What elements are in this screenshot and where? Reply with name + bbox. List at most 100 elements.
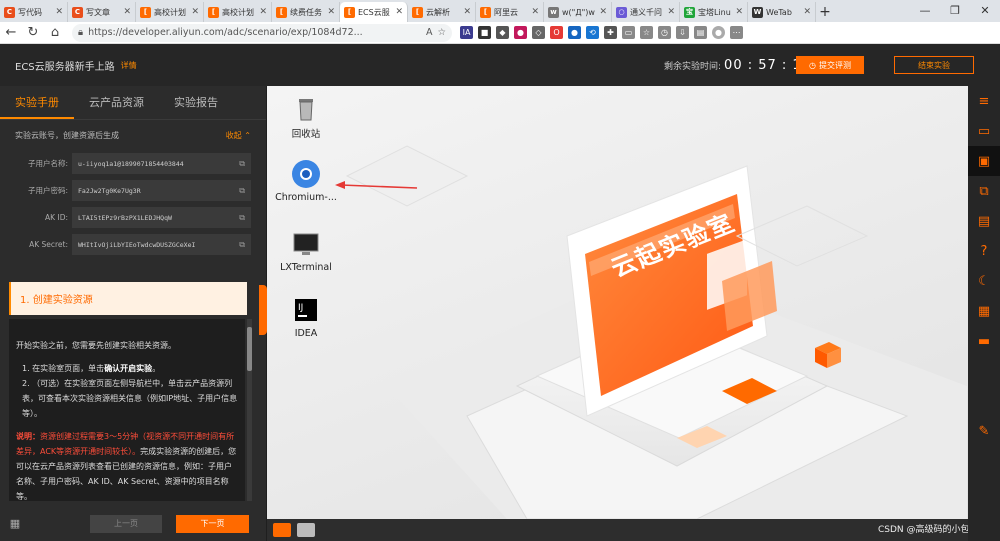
desktop-icon-lxterminal[interactable]: LXTerminal <box>271 228 341 273</box>
end-lab-button[interactable]: 结束实验 <box>894 56 974 74</box>
home-icon[interactable]: ⌂ <box>44 25 66 40</box>
new-tab-button[interactable]: + <box>816 2 834 22</box>
detail-link[interactable]: 详情 <box>121 60 137 71</box>
maximize-icon[interactable]: ❐ <box>940 0 970 22</box>
browser-tab[interactable]: [高校计划 ✕ <box>136 2 204 22</box>
extension-icon[interactable]: ■ <box>478 26 491 39</box>
browser-tab[interactable]: [云解析 ✕ <box>408 2 476 22</box>
tab-cloud-resources[interactable]: 云产品资源 <box>74 86 159 119</box>
copy-icon[interactable]: ⧉ <box>239 213 245 223</box>
extension-icon[interactable]: ● <box>514 26 527 39</box>
desktop-icon[interactable]: ▣ <box>968 146 1000 176</box>
tab-label: ECS云服 <box>358 7 390 17</box>
tab-label: 通义千问 <box>630 7 662 17</box>
chat-icon[interactable]: ▬ <box>968 326 1000 356</box>
submit-evaluation-button[interactable]: ◷ 提交评测 <box>796 56 864 74</box>
content-scrollbar[interactable] <box>247 319 252 501</box>
remote-desktop-icon[interactable]: ⧉ <box>968 176 1000 206</box>
credential-row: 子用户密码: Fa2Jw2Tg0Ke7Ug3R ⧉ <box>15 180 251 201</box>
collapse-label: 收起 <box>225 131 242 140</box>
collapse-toggle[interactable]: 收起 ⌃ <box>226 130 251 141</box>
browser-tab[interactable]: C 写代码 ✕ <box>0 2 68 22</box>
tab-favicon-icon: [ <box>140 6 151 18</box>
favorite-star-icon[interactable]: ☆ <box>437 27 446 38</box>
extension-icon[interactable]: ◇ <box>532 26 545 39</box>
menu-icon[interactable]: ≡ <box>968 86 1000 116</box>
credential-label: 子用户名称: <box>27 159 68 168</box>
browser-tab[interactable]: W WeTab ✕ <box>748 2 816 22</box>
close-tab-icon[interactable]: ✕ <box>259 7 267 17</box>
puzzle-extension-icon[interactable]: ✚ <box>604 26 617 39</box>
qr-code-icon[interactable]: ▦ <box>968 296 1000 326</box>
collections-icon[interactable]: ▤ <box>694 26 707 39</box>
browser-tab[interactable]: 宝宝塔Linu ✕ <box>680 2 748 22</box>
close-tab-icon[interactable]: ✕ <box>191 7 199 17</box>
browser-tab[interactable]: [高校计划 ✕ <box>204 2 272 22</box>
refresh-icon[interactable]: ↻ <box>22 25 44 40</box>
minimize-icon[interactable]: — <box>910 0 940 22</box>
credential-row: 子用户名称: u-iiyoq1a1@1899071854403844 ⧉ <box>15 153 251 174</box>
copy-icon[interactable]: ⧉ <box>239 186 245 196</box>
download-icon[interactable]: ⇩ <box>676 26 689 39</box>
tab-favicon-icon: ○ <box>616 6 627 18</box>
browser-tab[interactable]: w w("Д")w ✕ <box>544 2 612 22</box>
close-tab-icon[interactable]: ✕ <box>531 7 539 17</box>
ia-extension-icon[interactable]: IA <box>460 26 473 39</box>
close-tab-icon[interactable]: ✕ <box>735 7 743 17</box>
menu-icon[interactable]: ⋯ <box>730 26 743 39</box>
show-desktop-icon[interactable] <box>297 523 315 537</box>
history-icon[interactable]: ◷ <box>658 26 671 39</box>
extension-icon[interactable]: ● <box>568 26 581 39</box>
tab-lab-report[interactable]: 实验报告 <box>159 86 233 119</box>
timer-label: 剩余实验时间: <box>664 62 722 72</box>
browser-tab[interactable]: [阿里云 ✕ <box>476 2 544 22</box>
back-icon[interactable]: ← <box>0 25 22 40</box>
extension-icon[interactable]: ⟲ <box>586 26 599 39</box>
browser-tab[interactable]: [ECS云服 ✕ <box>340 2 408 22</box>
help-icon[interactable]: ? <box>968 236 1000 266</box>
edit-icon[interactable]: ✎ <box>968 416 1000 446</box>
next-page-button[interactable]: 下一页 <box>176 514 249 533</box>
close-tab-icon[interactable]: ✕ <box>667 7 675 17</box>
tab-manual[interactable]: 实验手册 <box>0 86 74 119</box>
copy-icon[interactable]: ⧉ <box>239 159 245 169</box>
desktop-icon-recycle-bin[interactable]: 回收站 <box>271 92 341 140</box>
close-tab-icon[interactable]: ✕ <box>327 7 335 17</box>
browser-tab[interactable]: ○ 通义千问 ✕ <box>612 2 680 22</box>
dark-mode-icon[interactable]: ☾ <box>968 266 1000 296</box>
chevron-up-icon: ⌃ <box>244 131 251 140</box>
desktop-icon-chromium[interactable]: Chromium-... <box>271 158 341 203</box>
address-bar[interactable]: 🔒︎ https://developer.aliyun.com/adc/scen… <box>72 23 452 42</box>
tab-favicon-icon: w <box>548 6 559 18</box>
remote-desktop[interactable]: 云起实验室 回收站 Chromium-... LXTerminal IJ IDE… <box>267 86 968 519</box>
profile-avatar[interactable]: ● <box>712 26 725 39</box>
bookmark-icon[interactable]: ▤ <box>968 206 1000 236</box>
sidebar-collapse-handle[interactable] <box>259 285 267 335</box>
copy-icon[interactable]: ⧉ <box>239 240 245 250</box>
grid-menu-icon[interactable]: ▦ <box>0 517 30 530</box>
close-tab-icon[interactable]: ✕ <box>123 7 131 17</box>
scrollbar-thumb[interactable] <box>247 327 252 371</box>
close-window-icon[interactable]: ✕ <box>970 0 1000 22</box>
terminal-icon[interactable]: ▭ <box>968 116 1000 146</box>
tab-favicon-icon: [ <box>344 6 355 18</box>
browser-tab[interactable]: [续费任务 ✕ <box>272 2 340 22</box>
split-screen-icon[interactable]: ▭ <box>622 26 635 39</box>
browser-tab[interactable]: C 写文章 ✕ <box>68 2 136 22</box>
close-tab-icon[interactable]: ✕ <box>55 7 63 17</box>
close-tab-icon[interactable]: ✕ <box>395 7 403 17</box>
opera-extension-icon[interactable]: O <box>550 26 563 39</box>
right-toolbar: ≡ ▭ ▣ ⧉ ▤ ? ☾ ▦ ▬ ✎ <box>968 86 1000 541</box>
close-tab-icon[interactable]: ✕ <box>599 7 607 17</box>
start-menu-icon[interactable] <box>273 523 291 537</box>
shield-extension-icon[interactable]: ◆ <box>496 26 509 39</box>
close-tab-icon[interactable]: ✕ <box>803 7 811 17</box>
sidebar-tabs: 实验手册 云产品资源 实验报告 <box>0 86 266 120</box>
favorites-icon[interactable]: ☆ <box>640 26 653 39</box>
close-tab-icon[interactable]: ✕ <box>463 7 471 17</box>
prev-page-button[interactable]: 上一页 <box>90 514 162 533</box>
tab-label: 高校计划 <box>154 7 186 17</box>
desktop-icon-idea[interactable]: IJ IDEA <box>271 294 341 339</box>
read-aloud-icon[interactable]: A <box>426 27 433 38</box>
credential-row: AK ID: LTAI5tEPz9rBzPX1LEDJHQqW ⧉ <box>15 207 251 228</box>
